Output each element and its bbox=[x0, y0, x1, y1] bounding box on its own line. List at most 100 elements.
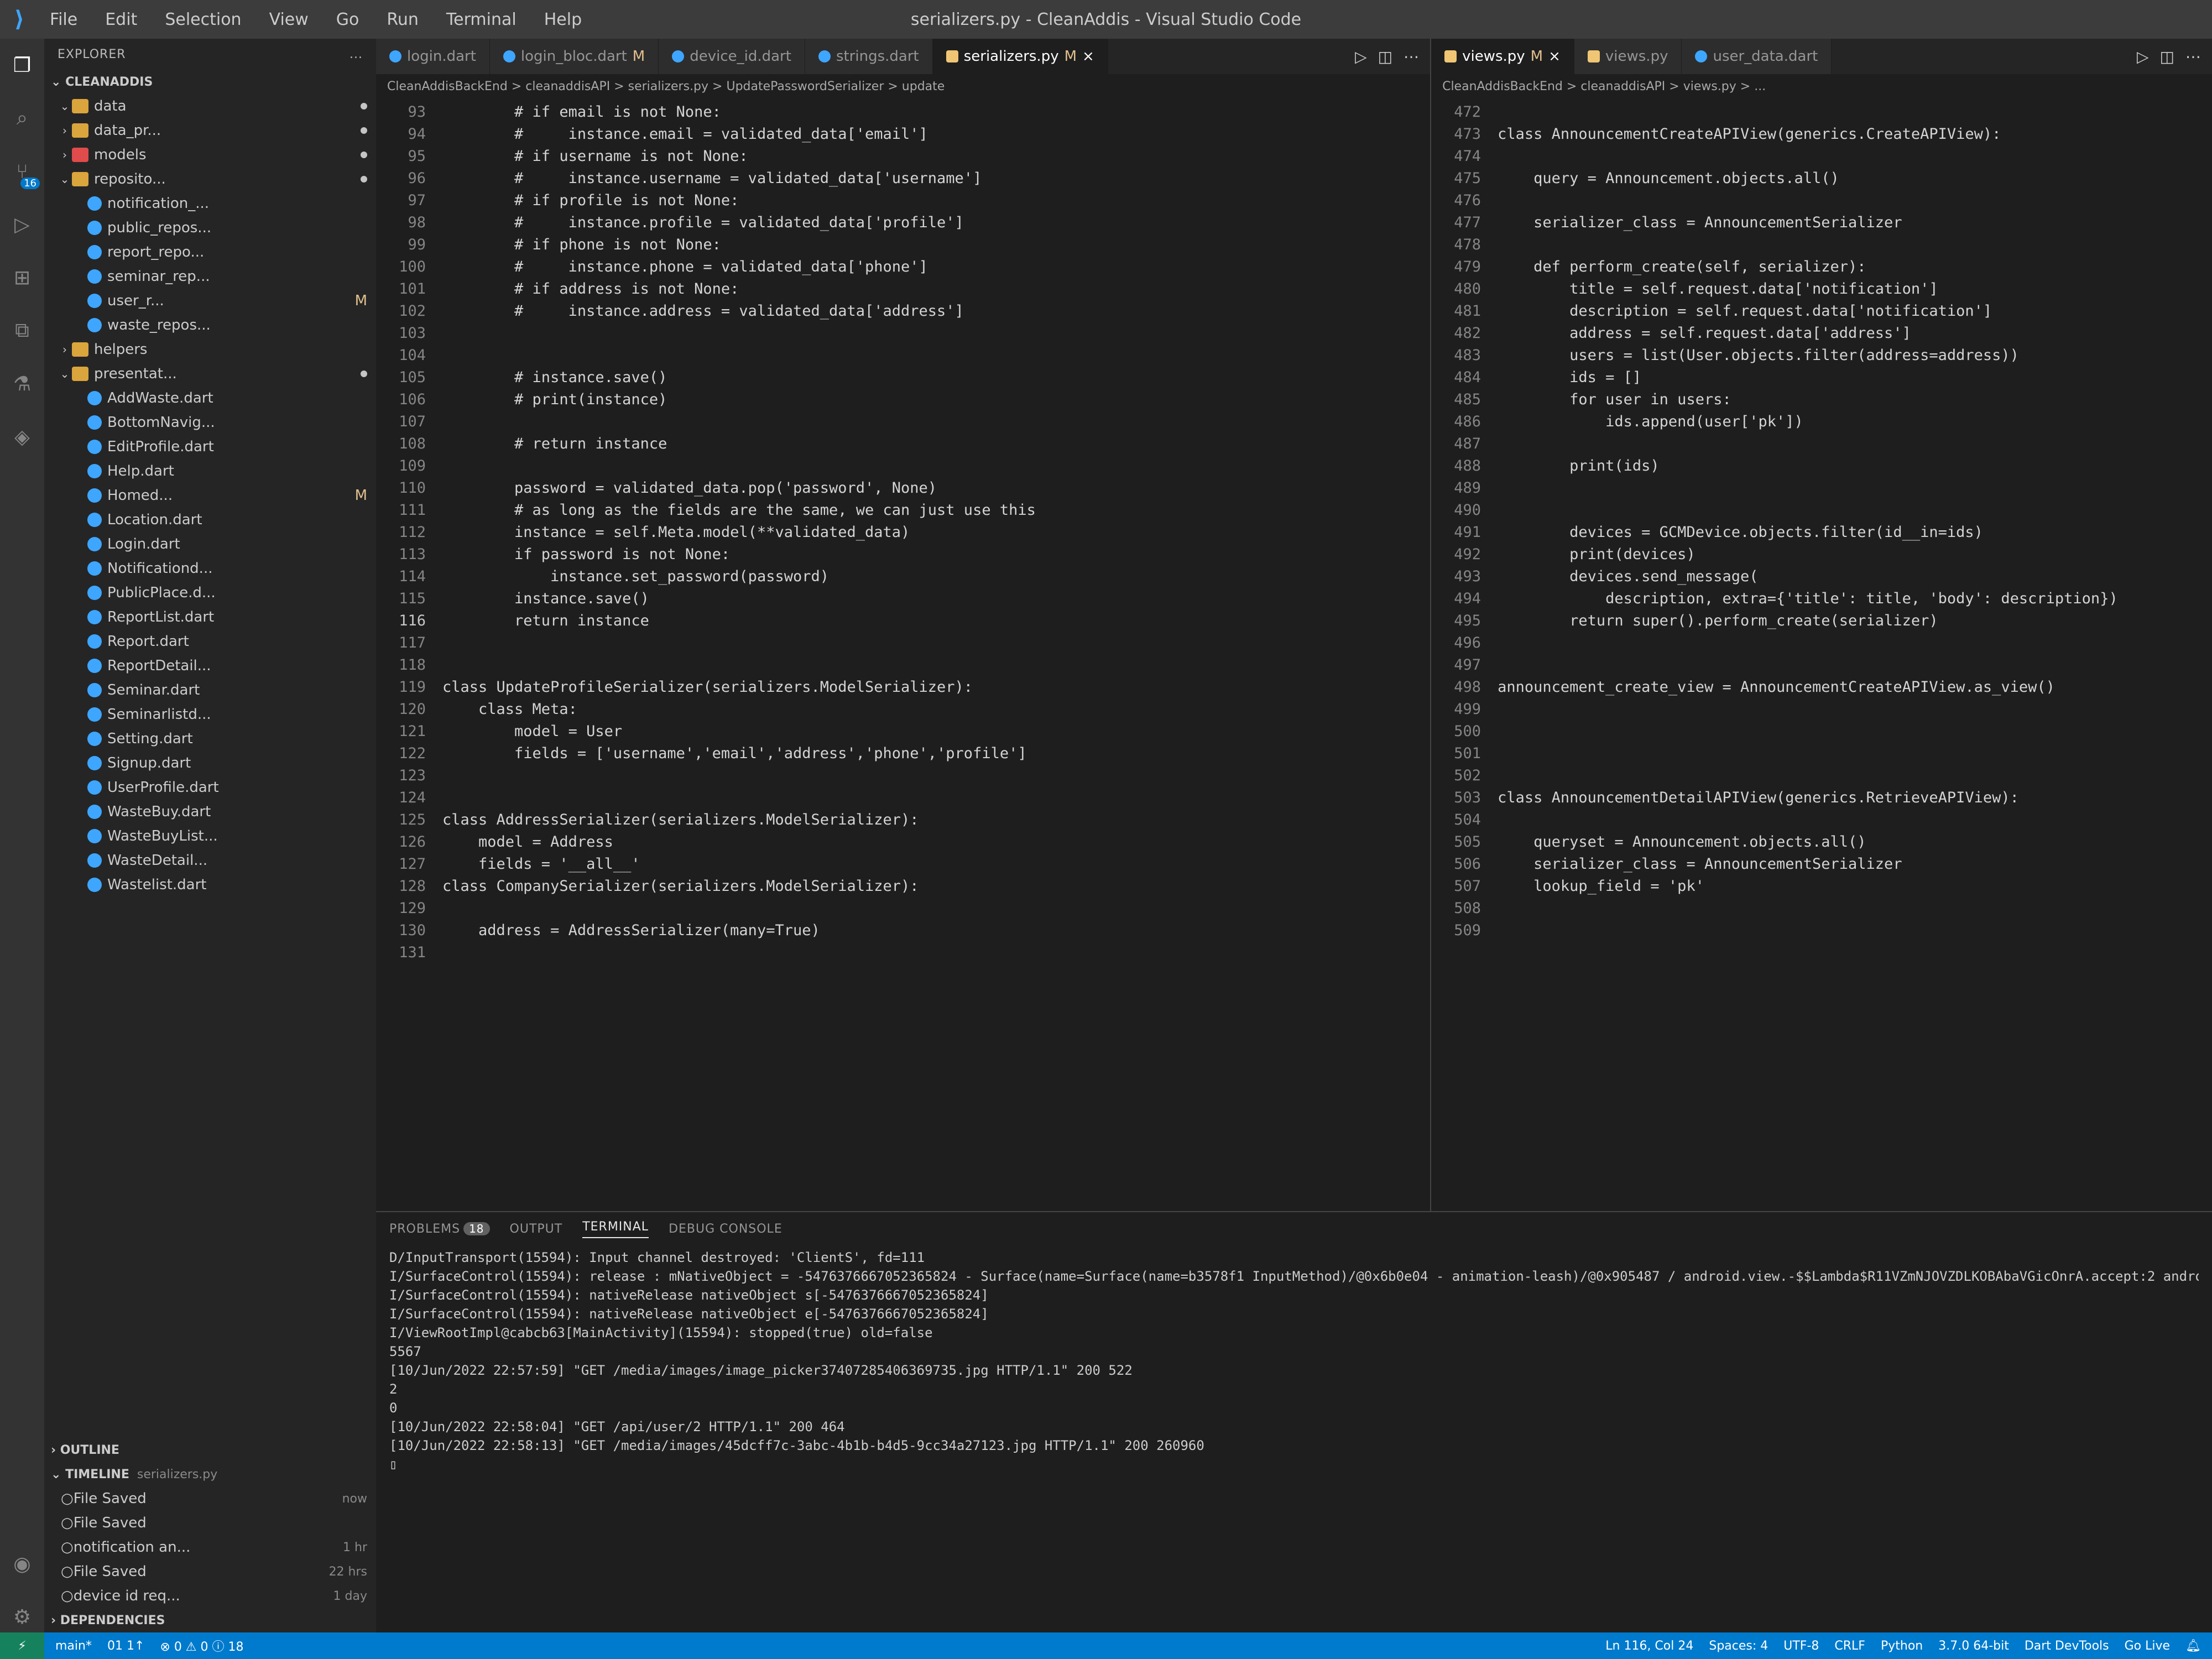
tree-folder[interactable]: › helpers bbox=[44, 337, 376, 362]
extensions-icon[interactable]: ⊞ bbox=[7, 262, 38, 293]
bell-icon[interactable]: 🔔︎ bbox=[2185, 1639, 2201, 1653]
terminal[interactable]: D/InputTransport(15594): Input channel d… bbox=[376, 1245, 2212, 1632]
tree-file[interactable]: WasteBuyList... bbox=[44, 824, 376, 848]
editor-tab[interactable]: views.py M × bbox=[1431, 39, 1574, 74]
explorer-more-button[interactable]: ... bbox=[349, 48, 363, 61]
dart-devtools[interactable]: Dart DevTools bbox=[2025, 1639, 2109, 1653]
tree-file[interactable]: PublicPlace.d... bbox=[44, 581, 376, 605]
git-sync[interactable]: 01 1↑ bbox=[107, 1639, 144, 1653]
tree-folder[interactable]: ⌄ presentat... bbox=[44, 362, 376, 386]
remote-indicator-icon[interactable]: ⚡ bbox=[0, 1632, 44, 1659]
tree-file[interactable]: waste_repos... bbox=[44, 313, 376, 337]
tree-file[interactable]: Setting.dart bbox=[44, 727, 376, 751]
dependencies-section[interactable]: › DEPENDENCIES bbox=[44, 1608, 376, 1632]
timeline-section[interactable]: ⌄ TIMELINE serializers.py bbox=[44, 1462, 376, 1486]
tree-file[interactable]: public_repos... bbox=[44, 216, 376, 240]
menu-item-file[interactable]: File bbox=[39, 10, 88, 29]
accounts-icon[interactable]: ◉ bbox=[7, 1548, 38, 1579]
timeline-item[interactable]: ○ File Saved now bbox=[44, 1486, 376, 1511]
outline-section[interactable]: › OUTLINE bbox=[44, 1438, 376, 1462]
menu-item-view[interactable]: View bbox=[258, 10, 320, 29]
code-editor-right[interactable]: 472 473 class AnnouncementCreateAPIView(ge… bbox=[1431, 98, 2212, 1211]
editor-tab[interactable]: login_bloc.dart M bbox=[489, 39, 659, 74]
indentation[interactable]: Spaces: 4 bbox=[1709, 1639, 1768, 1653]
panel-tab[interactable]: TERMINAL bbox=[582, 1220, 649, 1238]
git-branch[interactable]: main* bbox=[55, 1639, 92, 1653]
timeline-item[interactable]: ○ File Saved 22 hrs bbox=[44, 1559, 376, 1584]
tree-folder[interactable]: ⌄ data bbox=[44, 94, 376, 118]
tree-file[interactable]: seminar_rep... bbox=[44, 264, 376, 289]
gear-icon[interactable]: ⚙ bbox=[7, 1601, 38, 1632]
dart-file-icon bbox=[87, 269, 102, 284]
run-icon[interactable]: ▷ bbox=[2137, 48, 2149, 66]
editor-tab[interactable]: serializers.py M × bbox=[932, 39, 1108, 74]
timeline-item[interactable]: ○ device id req... 1 day bbox=[44, 1584, 376, 1608]
tree-file[interactable]: WasteDetail... bbox=[44, 848, 376, 873]
run-icon[interactable]: ▷ bbox=[1355, 48, 1367, 66]
panel-tab[interactable]: OUTPUT bbox=[510, 1222, 563, 1236]
tree-file[interactable]: report_repo... bbox=[44, 240, 376, 264]
menu-item-terminal[interactable]: Terminal bbox=[435, 10, 528, 29]
editor-tab[interactable]: strings.dart bbox=[805, 39, 933, 74]
tree-file[interactable]: Report.dart bbox=[44, 629, 376, 654]
line-endings[interactable]: CRLF bbox=[1834, 1639, 1865, 1653]
search-icon[interactable]: ⌕ bbox=[7, 103, 38, 134]
tree-file[interactable]: Homed... M bbox=[44, 483, 376, 508]
more-icon[interactable]: ⋯ bbox=[1404, 48, 1419, 66]
go-live[interactable]: Go Live bbox=[2125, 1639, 2170, 1653]
tree-file[interactable]: Wastelist.dart bbox=[44, 873, 376, 897]
tree-folder[interactable]: ⌄ reposito... bbox=[44, 167, 376, 191]
tree-file[interactable]: EditProfile.dart bbox=[44, 435, 376, 459]
panel-tab[interactable]: PROBLEMS 18 bbox=[389, 1222, 490, 1236]
editor-tab[interactable]: user_data.dart bbox=[1682, 39, 1832, 74]
tree-file[interactable]: Notificationd... bbox=[44, 556, 376, 581]
tree-folder[interactable]: › data_pr... bbox=[44, 118, 376, 143]
code-editor-left[interactable]: 93 # if email is not None: 94 # instance.… bbox=[376, 98, 1430, 1211]
tree-file[interactable]: ReportList.dart bbox=[44, 605, 376, 629]
editor-tab[interactable]: login.dart bbox=[376, 39, 490, 74]
panel-tab[interactable]: DEBUG CONSOLE bbox=[669, 1222, 782, 1236]
tree-file[interactable]: Help.dart bbox=[44, 459, 376, 483]
timeline-item[interactable]: ○ notification an... 1 hr bbox=[44, 1535, 376, 1559]
breadcrumb[interactable]: CleanAddisBackEnd > cleanaddisAPI > seri… bbox=[376, 74, 1430, 98]
menu-item-help[interactable]: Help bbox=[533, 10, 593, 29]
menu-item-selection[interactable]: Selection bbox=[154, 10, 252, 29]
tree-file[interactable]: UserProfile.dart bbox=[44, 775, 376, 800]
problems-status[interactable]: ⊗ 0 ⚠ 0 ⓘ 18 bbox=[160, 1637, 243, 1655]
run-debug-icon[interactable]: ▷ bbox=[7, 209, 38, 240]
editor-tab[interactable]: views.py bbox=[1574, 39, 1682, 74]
tree-file[interactable]: Seminar.dart bbox=[44, 678, 376, 702]
menu-item-go[interactable]: Go bbox=[325, 10, 371, 29]
python-interpreter[interactable]: 3.7.0 64-bit bbox=[1938, 1639, 2009, 1653]
tree-file[interactable]: AddWaste.dart bbox=[44, 386, 376, 410]
menu-item-edit[interactable]: Edit bbox=[94, 10, 148, 29]
split-editor-icon[interactable]: ◫ bbox=[1378, 48, 1392, 66]
close-icon[interactable]: × bbox=[1082, 48, 1094, 65]
tree-file[interactable]: BottomNavig... bbox=[44, 410, 376, 435]
tree-file[interactable]: Login.dart bbox=[44, 532, 376, 556]
tree-file[interactable]: Seminarlistd... bbox=[44, 702, 376, 727]
split-editor-icon[interactable]: ◫ bbox=[2160, 48, 2174, 66]
encoding[interactable]: UTF-8 bbox=[1783, 1639, 1819, 1653]
tree-file[interactable]: Location.dart bbox=[44, 508, 376, 532]
tree-file[interactable]: WasteBuy.dart bbox=[44, 800, 376, 824]
more-icon[interactable]: ⋯ bbox=[2185, 48, 2201, 66]
workspace-root[interactable]: ⌄ CLEANADDIS bbox=[44, 70, 376, 94]
editor-tab[interactable]: device_id.dart bbox=[659, 39, 805, 74]
remote-explorer-icon[interactable]: ⧉ bbox=[7, 315, 38, 346]
tree-file[interactable]: user_r... M bbox=[44, 289, 376, 313]
close-icon[interactable]: × bbox=[1548, 48, 1561, 65]
tree-file[interactable]: notification_... bbox=[44, 191, 376, 216]
explorer-icon[interactable]: ❐ bbox=[7, 50, 38, 81]
tree-folder[interactable]: › models bbox=[44, 143, 376, 167]
source-control-icon[interactable]: ⑂ 16 bbox=[7, 156, 40, 189]
tree-file[interactable]: Signup.dart bbox=[44, 751, 376, 775]
timeline-item[interactable]: ○ File Saved bbox=[44, 1511, 376, 1535]
tree-file[interactable]: ReportDetail... bbox=[44, 654, 376, 678]
breadcrumb[interactable]: CleanAddisBackEnd > cleanaddisAPI > view… bbox=[1431, 74, 2212, 98]
flutter-icon[interactable]: ◈ bbox=[7, 421, 38, 452]
language-mode[interactable]: Python bbox=[1881, 1639, 1923, 1653]
testing-icon[interactable]: ⚗ bbox=[7, 368, 38, 399]
cursor-position[interactable]: Ln 116, Col 24 bbox=[1605, 1639, 1693, 1653]
menu-item-run[interactable]: Run bbox=[375, 10, 430, 29]
